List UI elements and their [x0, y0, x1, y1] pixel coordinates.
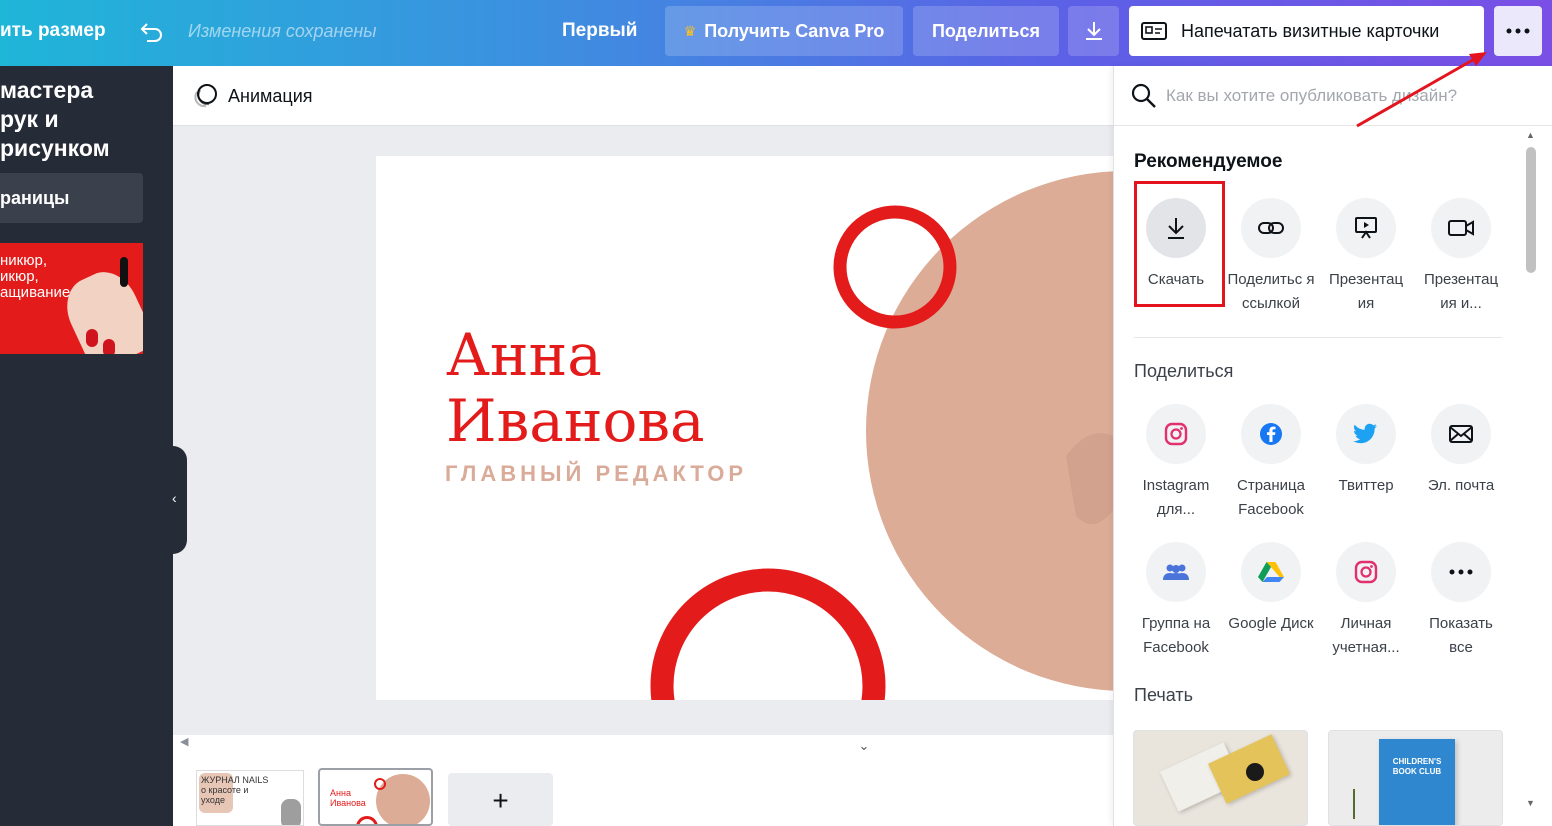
download-button[interactable] [1068, 6, 1119, 56]
flyer-title: CHILDREN'S BOOK CLUB [1392, 757, 1442, 776]
animation-button[interactable]: Анимация [228, 86, 313, 107]
share-button[interactable]: Поделиться [913, 6, 1059, 56]
google-drive-icon [1241, 542, 1301, 602]
option-show-all-label: Показать все [1429, 615, 1493, 656]
flyer-mockup: CHILDREN'S BOOK CLUB [1379, 739, 1455, 825]
option-present[interactable]: Презентац ия [1321, 198, 1411, 316]
option-twitter-label: Твиттер [1338, 477, 1394, 494]
pages-strip [173, 735, 1113, 826]
design-title[interactable]: Первый [562, 20, 637, 42]
download-highlight [1134, 181, 1225, 307]
polish-bottle [120, 257, 128, 287]
print-option-business-cards[interactable] [1133, 730, 1308, 826]
peach-circle [866, 171, 1113, 691]
add-page-button[interactable]: + [448, 773, 553, 826]
more-icon [1506, 28, 1530, 34]
save-status: Изменения сохранены [188, 21, 377, 41]
option-google-drive[interactable]: Google Диск [1226, 542, 1316, 636]
thumbnail-shape [281, 799, 301, 825]
pages-button[interactable]: раницы [0, 173, 143, 223]
download-icon [1085, 22, 1102, 40]
resize-button[interactable]: ить размер [0, 20, 106, 42]
page-thumbnail-2-text: Анна Иванова [330, 788, 366, 808]
option-facebook-page-label: Страница Facebook [1237, 477, 1305, 518]
option-instagram-label: Instagram для... [1142, 477, 1210, 518]
thumbnail-ring [356, 816, 378, 824]
option-show-all[interactable]: Показать все [1416, 542, 1506, 660]
business-card-icon [1141, 22, 1167, 40]
option-present-label: Презентац ия [1328, 271, 1404, 312]
instagram-icon [1336, 542, 1396, 602]
top-bar: ить размер Изменения сохранены Первый ♛ … [0, 0, 1552, 66]
option-email-label: Эл. почта [1427, 477, 1495, 494]
email-icon [1431, 404, 1491, 464]
option-instagram[interactable]: Instagram для... [1131, 404, 1221, 522]
scrollbar-thumb[interactable] [1526, 147, 1536, 273]
thumbnail-ring [374, 778, 386, 790]
divider [1134, 337, 1502, 338]
page-thumbnail-2[interactable]: Анна Иванова [318, 768, 433, 826]
search-icon [1130, 82, 1158, 115]
recommended-heading: Рекомендуемое [1134, 151, 1283, 172]
more-button[interactable] [1494, 6, 1542, 56]
card-role[interactable]: ГЛАВНЫЙ РЕДАКТОР [445, 461, 747, 487]
option-facebook-page[interactable]: Страница Facebook [1226, 404, 1316, 522]
share-heading: Поделиться [1134, 361, 1234, 381]
publish-search-input[interactable] [1166, 80, 1526, 112]
facebook-group-icon [1146, 542, 1206, 602]
publish-search [1114, 66, 1552, 126]
facebook-icon [1241, 404, 1301, 464]
page-thumbnail-1-text: ЖУРНАЛ NAILS о красоте и уходе [201, 775, 269, 805]
scroll-left-icon[interactable]: ◀ [180, 735, 188, 748]
canva-pro-button[interactable]: ♛ Получить Canva Pro [665, 6, 903, 56]
chevron-left-icon: ‹ [172, 490, 177, 506]
option-present-record-label: Презентац ия и... [1423, 271, 1499, 312]
template-title: мастера рук и рисунком [0, 77, 110, 161]
print-business-cards-label: Напечатать визитные карточки [1181, 20, 1440, 41]
page-thumbnail-1[interactable]: ЖУРНАЛ NAILS о красоте и уходе [196, 770, 304, 826]
option-twitter[interactable]: Твиттер [1321, 404, 1411, 498]
template-thumbnail[interactable]: никюр, икюр, ащивание [0, 243, 143, 354]
more-icon [1431, 542, 1491, 602]
card-name[interactable]: Анна Иванова [446, 322, 705, 454]
scroll-down-icon[interactable]: ▼ [1526, 798, 1535, 808]
template-thumbnail-text: никюр, икюр, ащивание [0, 252, 71, 301]
print-heading: Печать [1134, 685, 1193, 705]
left-panel: мастера рук и рисунком раницы никюр, икю… [0, 66, 173, 826]
video-icon [1431, 198, 1491, 258]
scroll-up-icon[interactable]: ▲ [1526, 130, 1535, 140]
card-logo [1246, 763, 1264, 781]
undo-icon[interactable] [134, 16, 168, 50]
editor-toolbar: Анимация [173, 66, 1113, 126]
collapse-panel-button[interactable]: ‹ [165, 446, 187, 554]
expand-pages-button[interactable]: ⌄ [822, 738, 906, 760]
nail-shape [103, 339, 115, 354]
option-share-link[interactable]: Поделитьс я ссылкой [1226, 198, 1316, 316]
print-business-cards-button[interactable]: Напечатать визитные карточки [1129, 6, 1484, 56]
print-option-flyer[interactable]: CHILDREN'S BOOK CLUB [1328, 730, 1503, 826]
present-icon [1336, 198, 1396, 258]
design-canvas[interactable]: Анна Иванова ГЛАВНЫЙ РЕДАКТОР [376, 156, 1113, 700]
crown-icon: ♛ [683, 22, 697, 39]
nail-shape [86, 329, 98, 347]
red-ring-bottom [650, 568, 886, 700]
instagram-icon [1146, 404, 1206, 464]
plant-decoration [1353, 789, 1367, 819]
option-google-drive-label: Google Диск [1228, 615, 1314, 632]
canva-pro-label: Получить Canva Pro [704, 20, 885, 41]
publish-menu-scrollbar[interactable]: ▲ ▼ [1523, 130, 1539, 815]
twitter-icon [1336, 404, 1396, 464]
chevron-down-icon: ⌄ [858, 738, 870, 753]
option-share-link-label: Поделитьс я ссылкой [1227, 271, 1315, 312]
publish-menu: Рекомендуемое Скачать Поделитьс я ссылко… [1113, 66, 1552, 826]
option-facebook-group[interactable]: Группа на Facebook [1131, 542, 1221, 660]
link-icon [1241, 198, 1301, 258]
option-present-record[interactable]: Презентац ия и... [1416, 198, 1506, 316]
option-email[interactable]: Эл. почта [1416, 404, 1506, 498]
option-instagram-personal-label: Личная учетная... [1332, 615, 1400, 656]
option-facebook-group-label: Группа на Facebook [1141, 615, 1211, 656]
animation-icon[interactable] [191, 82, 219, 115]
option-instagram-personal[interactable]: Личная учетная... [1321, 542, 1411, 660]
